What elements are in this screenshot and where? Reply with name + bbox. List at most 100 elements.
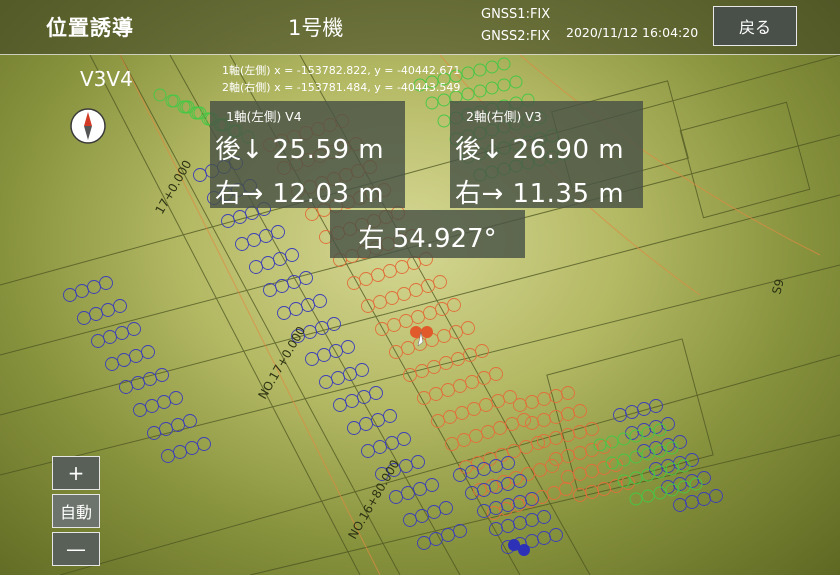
pile-circle	[317, 348, 331, 362]
pile-circle	[585, 464, 599, 478]
pile-circle	[183, 414, 197, 428]
target-marker	[508, 539, 530, 556]
pile-circle	[479, 398, 493, 412]
pile-circle	[673, 435, 687, 449]
pile-circle	[617, 432, 631, 446]
pile-circle	[103, 330, 117, 344]
pile-circle	[573, 467, 587, 481]
pile-circle	[401, 486, 415, 500]
pile-circle	[133, 403, 147, 417]
pile-circle	[665, 441, 679, 455]
pile-circle	[665, 483, 679, 497]
pile-circle	[305, 352, 319, 366]
pile-circle	[385, 291, 399, 305]
mode-label: V3V4	[80, 67, 133, 91]
pile-circle	[417, 536, 431, 550]
pile-circle	[261, 256, 275, 270]
pile-circle	[359, 272, 373, 286]
zoom-out-button[interactable]: —	[52, 532, 100, 566]
pile-circle	[641, 468, 655, 482]
pile-circle	[709, 489, 723, 503]
pile-circle	[153, 88, 167, 102]
auto-zoom-button[interactable]: 自動	[52, 494, 100, 528]
pile-circle	[371, 268, 385, 282]
pile-circle	[465, 375, 479, 389]
pile-circle	[457, 433, 471, 447]
axis2-right-distance: 右→ 11.35 m	[455, 179, 625, 209]
pile-circle	[91, 334, 105, 348]
pile-circle	[345, 394, 359, 408]
pile-circle	[513, 516, 527, 530]
pile-circle	[277, 306, 291, 320]
pile-circle	[677, 459, 691, 473]
pile-circle	[397, 287, 411, 301]
pile-circle	[505, 417, 519, 431]
pile-circle	[525, 395, 539, 409]
pile-circle	[161, 449, 175, 463]
pile-circle	[249, 260, 263, 274]
header-bar: 位置誘導 1号機 GNSS1:FIX GNSS2:FIX 2020/11/12 …	[0, 0, 840, 55]
pile-circle	[169, 391, 183, 405]
pile-circle	[313, 294, 327, 308]
pile-circle	[641, 447, 655, 461]
axis1-coordinates: 1軸(左側) x = -153782.822, y = -40442.671	[222, 64, 461, 77]
pile-circle	[629, 492, 643, 506]
pile-circle	[561, 386, 575, 400]
pile-circle	[673, 477, 687, 491]
pile-circle	[653, 465, 667, 479]
pile-circle	[467, 402, 481, 416]
pile-circle	[299, 271, 313, 285]
pile-circle	[573, 425, 587, 439]
pile-circle	[263, 283, 277, 297]
pile-circle	[453, 379, 467, 393]
pile-circle	[369, 386, 383, 400]
pile-circle	[473, 84, 487, 98]
pile-circle	[485, 60, 499, 74]
pile-circle	[101, 303, 115, 317]
compass-icon[interactable]	[69, 107, 107, 145]
pile-circle	[525, 513, 539, 527]
pile-circle	[489, 367, 503, 381]
pile-circle	[155, 368, 169, 382]
pile-circle	[665, 462, 679, 476]
pile-circle	[433, 275, 447, 289]
pile-circle	[185, 441, 199, 455]
pile-circle	[301, 298, 315, 312]
pile-circle	[421, 279, 435, 293]
site-map[interactable]: NO.17+0.000 NO.16+80.000 17+0.000 S9	[0, 55, 840, 575]
pile-circle	[441, 528, 455, 542]
pile-circle	[613, 408, 627, 422]
pile-circle	[403, 368, 417, 382]
pile-circle	[387, 318, 401, 332]
pile-circle	[437, 329, 451, 343]
pile-circle	[537, 531, 551, 545]
pile-circle	[447, 298, 461, 312]
pile-circle	[513, 474, 527, 488]
pile-circle	[397, 432, 411, 446]
back-button[interactable]: 戻る	[713, 6, 797, 46]
map-label: NO.16+80.000	[345, 457, 402, 541]
pile-circle	[127, 322, 141, 336]
pile-circle	[273, 252, 287, 266]
pile-circle	[559, 482, 573, 496]
pile-circle	[501, 498, 515, 512]
pile-circle	[411, 455, 425, 469]
pile-circle	[501, 519, 515, 533]
axis1-title: 1軸(左側) V4	[226, 109, 302, 124]
pile-circle	[673, 498, 687, 512]
pile-circle	[649, 441, 663, 455]
pile-circle	[509, 75, 523, 89]
zoom-in-button[interactable]: +	[52, 456, 100, 490]
pile-circle	[465, 465, 479, 479]
axis1-back-distance: 後↓ 25.59 m	[215, 135, 385, 165]
pile-circle	[105, 357, 119, 371]
pile-circle	[685, 495, 699, 509]
map-grid-lines	[0, 55, 840, 575]
pile-circle	[375, 322, 389, 336]
pile-circle	[547, 486, 561, 500]
pile-circle	[637, 444, 651, 458]
pile-circle	[327, 317, 341, 331]
pile-circle	[443, 410, 457, 424]
datetime: 2020/11/12 16:04:20	[566, 25, 699, 40]
axis2-coordinates: 2軸(右側) x = -153781.484, y = -40443.549	[222, 81, 461, 94]
